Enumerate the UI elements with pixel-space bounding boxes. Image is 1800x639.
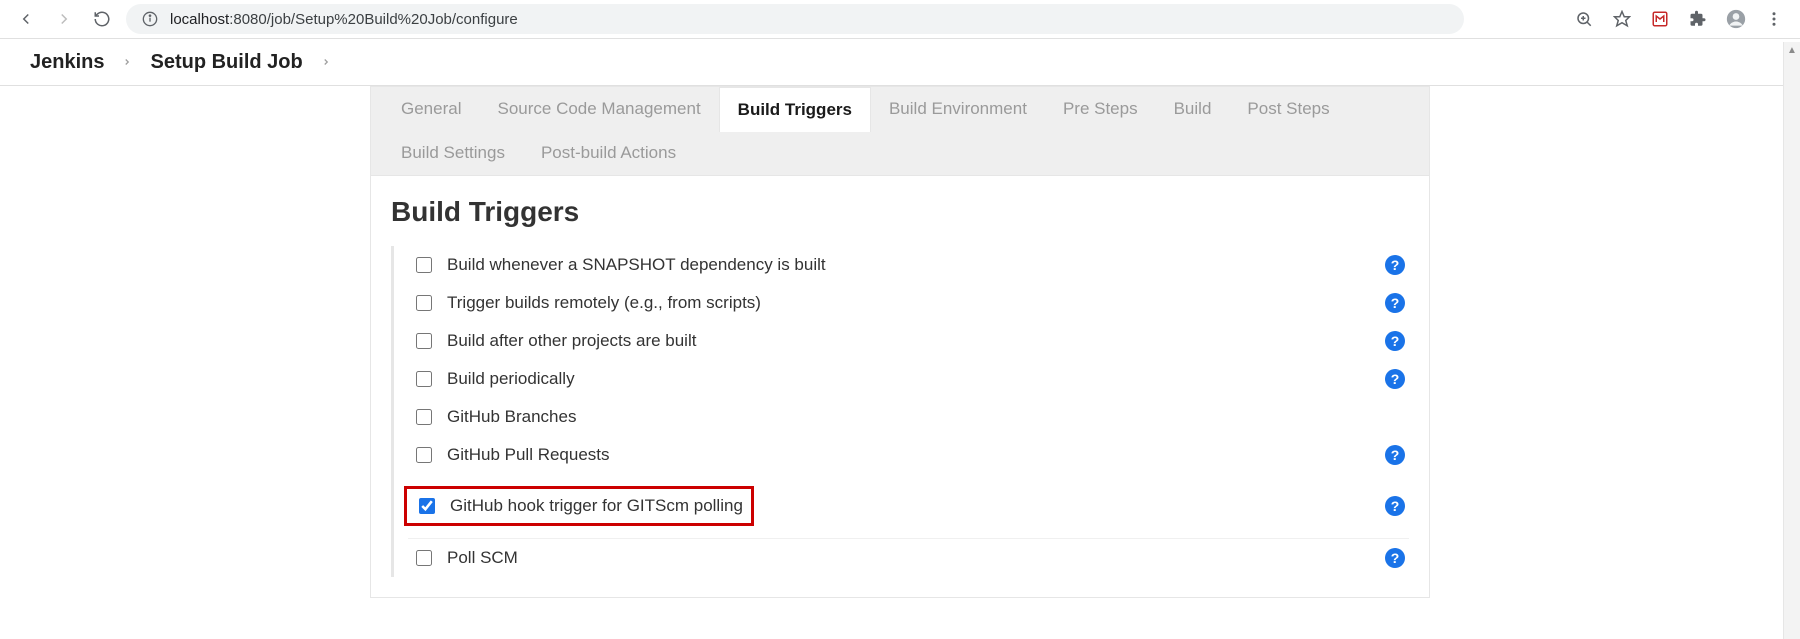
checkbox-branches[interactable] [416,409,432,425]
checkbox-periodic[interactable] [416,371,432,387]
chevron-right-icon [321,57,331,67]
tab-general[interactable]: General [383,87,479,131]
trigger-label[interactable]: Poll SCM [412,547,518,569]
checkbox-pollscm[interactable] [416,550,432,566]
trigger-text: GitHub hook trigger for GITScm polling [450,496,743,516]
section-title: Build Triggers [391,196,1409,228]
highlight-box: GitHub hook trigger for GITScm polling [404,486,754,526]
tabs-container: General Source Code Management Build Tri… [370,86,1430,176]
trigger-row-after: Build after other projects are built ? [408,322,1409,360]
tab-build-environment[interactable]: Build Environment [871,87,1045,131]
checkbox-after[interactable] [416,333,432,349]
trigger-label[interactable]: Build whenever a SNAPSHOT dependency is … [412,254,826,276]
chrome-right-icons [1574,9,1790,29]
breadcrumb-root[interactable]: Jenkins [30,51,104,74]
trigger-text: Build after other projects are built [447,331,696,351]
trigger-row-remote: Trigger builds remotely (e.g., from scri… [408,284,1409,322]
trigger-text: Build whenever a SNAPSHOT dependency is … [447,255,826,275]
checkbox-remote[interactable] [416,295,432,311]
trigger-row-prs: GitHub Pull Requests ? [408,436,1409,474]
trigger-text: GitHub Pull Requests [447,445,610,465]
trigger-row-periodic: Build periodically ? [408,360,1409,398]
trigger-label[interactable]: GitHub hook trigger for GITScm polling [415,495,743,517]
trigger-row-pollscm: Poll SCM ? [408,538,1409,577]
trigger-row-branches: GitHub Branches [408,398,1409,436]
trigger-label[interactable]: Trigger builds remotely (e.g., from scri… [412,292,761,314]
help-icon[interactable]: ? [1385,445,1405,465]
reload-icon[interactable] [92,9,112,29]
trigger-text: GitHub Branches [447,407,576,427]
build-triggers-list: Build whenever a SNAPSHOT dependency is … [391,246,1409,577]
trigger-text: Poll SCM [447,548,518,568]
help-icon[interactable]: ? [1385,496,1405,516]
help-icon[interactable]: ? [1385,293,1405,313]
checkbox-prs[interactable] [416,447,432,463]
page-body: General Source Code Management Build Tri… [0,86,1800,598]
trigger-text: Trigger builds remotely (e.g., from scri… [447,293,761,313]
extensions-icon[interactable] [1688,9,1708,29]
chevron-right-icon [122,57,132,67]
trigger-text: Build periodically [447,369,575,389]
tab-build-triggers[interactable]: Build Triggers [719,87,871,132]
tab-build-settings[interactable]: Build Settings [383,131,523,175]
tab-scm[interactable]: Source Code Management [479,87,718,131]
tab-pre-steps[interactable]: Pre Steps [1045,87,1156,131]
breadcrumb-item[interactable]: Setup Build Job [150,51,302,74]
help-icon[interactable]: ? [1385,331,1405,351]
star-icon[interactable] [1612,9,1632,29]
browser-chrome: localhost:8080/job/Setup%20Build%20Job/c… [0,0,1800,39]
mcafee-icon[interactable] [1650,9,1670,29]
zoom-icon[interactable] [1574,9,1594,29]
nav-buttons [10,9,112,29]
trigger-row-hook: GitHub hook trigger for GITScm polling ? [408,474,1409,538]
config-panel: General Source Code Management Build Tri… [370,86,1430,598]
checkbox-github-hook[interactable] [419,498,435,514]
checkbox-snapshot[interactable] [416,257,432,273]
address-bar[interactable]: localhost:8080/job/Setup%20Build%20Job/c… [126,4,1464,34]
tabs: General Source Code Management Build Tri… [371,87,1429,175]
trigger-row-snapshot: Build whenever a SNAPSHOT dependency is … [408,246,1409,284]
help-icon[interactable]: ? [1385,548,1405,568]
vertical-scrollbar[interactable]: ▲ [1783,42,1800,639]
scroll-up-icon[interactable]: ▲ [1784,42,1800,58]
chrome-menu-icon[interactable] [1764,9,1784,29]
help-icon[interactable]: ? [1385,255,1405,275]
url-text: localhost:8080/job/Setup%20Build%20Job/c… [170,11,518,28]
trigger-label[interactable]: GitHub Pull Requests [412,444,610,466]
tab-build[interactable]: Build [1156,87,1230,131]
content: Build Triggers Build whenever a SNAPSHOT… [370,176,1430,598]
profile-icon[interactable] [1726,9,1746,29]
trigger-label[interactable]: GitHub Branches [412,406,576,428]
trigger-label[interactable]: Build after other projects are built [412,330,696,352]
help-icon[interactable]: ? [1385,369,1405,389]
breadcrumb: Jenkins Setup Build Job [0,39,1800,86]
trigger-label[interactable]: Build periodically [412,368,575,390]
tab-post-build-actions[interactable]: Post-build Actions [523,131,694,175]
forward-icon[interactable] [54,9,74,29]
tab-post-steps[interactable]: Post Steps [1229,87,1347,131]
site-info-icon[interactable] [140,9,160,29]
back-icon[interactable] [16,9,36,29]
